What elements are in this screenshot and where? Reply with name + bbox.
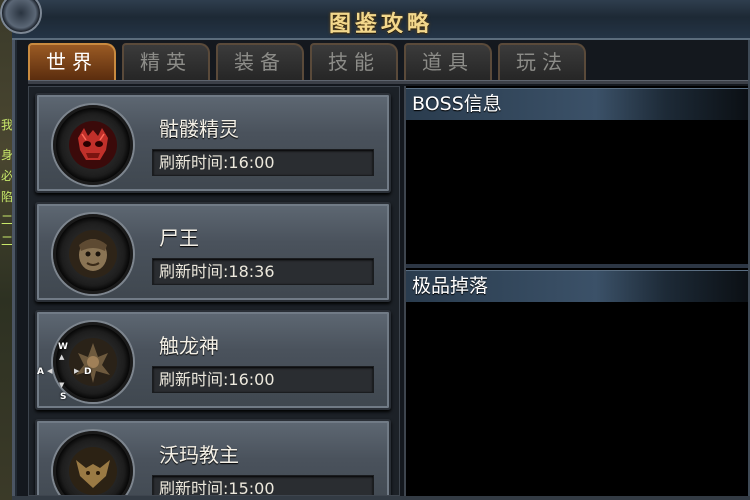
detail-pane: BOSS信息 极品掉落: [404, 86, 750, 496]
red-demon-skull-icon: [69, 121, 117, 169]
drops-body: [406, 302, 750, 496]
boss-portrait-frame: [53, 322, 133, 402]
boss-info-header: BOSS信息: [406, 88, 750, 120]
boss-info-body: [406, 120, 750, 264]
boss-portrait-frame: [53, 431, 133, 495]
boss-card[interactable]: 触龙神 刷新时间:16:00: [35, 310, 391, 410]
refresh-time: 16:00: [228, 153, 275, 172]
boss-name: 沃玛教主: [159, 443, 239, 467]
refresh-time-box: 刷新时间:16:00: [152, 366, 374, 393]
tab-bar: 世界 精英 装备 技能 道具 玩法: [28, 43, 750, 81]
drops-header: 极品掉落: [406, 270, 750, 302]
tab-elite[interactable]: 精英: [122, 43, 210, 80]
boss-portrait-frame: [53, 105, 133, 185]
refresh-label: 刷新时间:: [159, 479, 229, 496]
tab-gameplay[interactable]: 玩法: [498, 43, 586, 80]
refresh-label: 刷新时间:: [159, 153, 229, 172]
refresh-time-box: 刷新时间:18:36: [152, 258, 374, 285]
arrow-left-icon: ◀: [47, 367, 53, 375]
tab-equipment[interactable]: 装备: [216, 43, 304, 80]
window-title: 图鉴攻略: [328, 11, 433, 37]
key-s-label[interactable]: S: [60, 392, 66, 402]
key-a-label[interactable]: A: [37, 367, 44, 377]
zombie-king-icon: [69, 230, 117, 278]
key-w-label[interactable]: W: [58, 342, 68, 352]
boss-card[interactable]: 骷髅精灵 刷新时间:16:00: [35, 93, 391, 193]
boss-name: 尸王: [159, 226, 199, 250]
refresh-time: 18:36: [228, 262, 275, 281]
tab-world[interactable]: 世界: [28, 43, 116, 80]
boss-card[interactable]: 沃玛教主 刷新时间:15:00: [35, 419, 391, 496]
boss-name: 触龙神: [159, 334, 219, 358]
tab-items[interactable]: 道具: [404, 43, 492, 80]
frame-edge: [12, 496, 750, 500]
refresh-time-box: 刷新时间:15:00: [152, 475, 374, 496]
refresh-time-box: 刷新时间:16:00: [152, 149, 374, 176]
boss-list[interactable]: 骷髅精灵 刷新时间:16:00 尸王 刷新时间:18:36 触龙神 刷新时间:1…: [28, 86, 400, 496]
tentacle-dragon-icon: [69, 338, 117, 386]
boss-name: 骷髅精灵: [159, 117, 239, 141]
tab-divider: [28, 80, 750, 84]
woma-leader-icon: [69, 447, 117, 495]
key-d-label[interactable]: D: [84, 367, 91, 377]
boss-portrait-frame: [53, 214, 133, 294]
refresh-time: 15:00: [228, 479, 275, 496]
title-bar: 图鉴攻略: [0, 0, 750, 40]
arrow-down-icon: ▼: [59, 381, 65, 389]
arrow-up-icon: ▲: [59, 353, 65, 361]
refresh-time: 16:00: [228, 370, 275, 389]
refresh-label: 刷新时间:: [159, 370, 229, 389]
arrow-right-icon: ▶: [74, 367, 80, 375]
refresh-label: 刷新时间:: [159, 262, 229, 281]
boss-card[interactable]: 尸王 刷新时间:18:36: [35, 202, 391, 302]
tab-skills[interactable]: 技能: [310, 43, 398, 80]
section-divider: [406, 264, 750, 268]
